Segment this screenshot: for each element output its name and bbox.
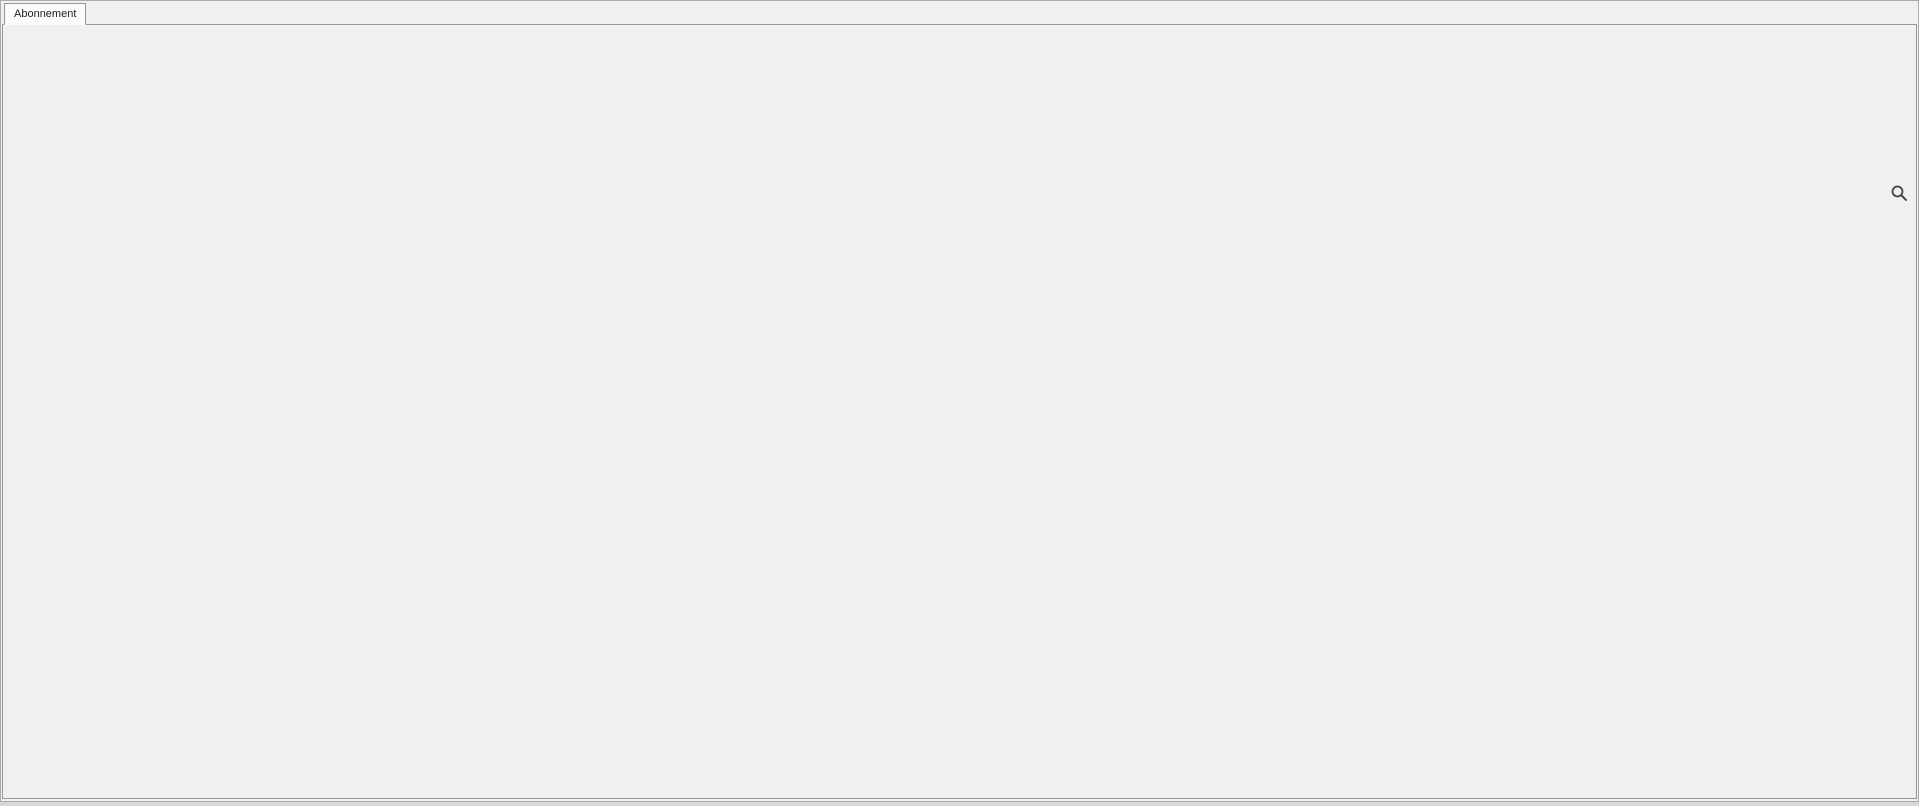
search-icon <box>1890 184 1908 202</box>
tab-page <box>2 24 1917 799</box>
grid-search-button[interactable] <box>1890 184 1908 207</box>
tab-abonnement[interactable]: Abonnement <box>4 3 86 25</box>
tab-label: Abonnement <box>14 8 76 20</box>
